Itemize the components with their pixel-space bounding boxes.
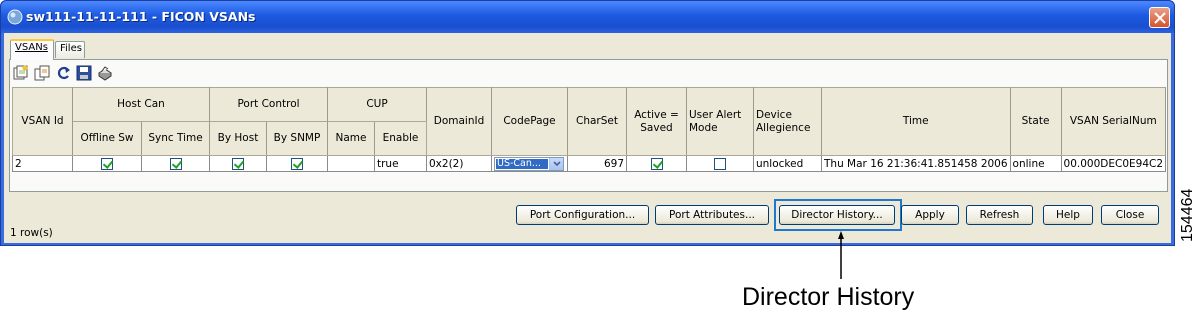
create-row-icon[interactable] xyxy=(13,65,29,81)
refresh-button[interactable]: Refresh xyxy=(966,205,1033,225)
cell-domain-id[interactable]: 0x2(2) xyxy=(426,155,492,172)
cell-cup-name[interactable] xyxy=(327,155,375,172)
copy-row-icon[interactable] xyxy=(34,65,50,81)
header-time[interactable]: Time xyxy=(821,87,1011,156)
refresh-icon[interactable] xyxy=(56,65,72,81)
header-port-control: Port Control xyxy=(209,87,328,122)
chevron-down-icon xyxy=(553,160,561,166)
close-icon xyxy=(1154,12,1166,24)
user-alert-mode-checkbox[interactable] xyxy=(714,157,726,170)
tab-files[interactable]: Files xyxy=(55,41,85,58)
dropdown-button[interactable] xyxy=(549,157,563,170)
table-row[interactable]: 2 true 0x2(2) US-Can... 697 unlocked Thu… xyxy=(12,155,1167,172)
sync-time-checkbox[interactable] xyxy=(169,157,182,170)
figure-id: 154464 xyxy=(1177,182,1201,242)
active-saved-checkbox[interactable] xyxy=(650,157,663,170)
header-cup: CUP xyxy=(327,87,427,122)
app-icon xyxy=(7,9,23,25)
status-row-count: 1 row(s) xyxy=(10,227,53,239)
save-icon[interactable] xyxy=(76,65,92,81)
cell-by-host[interactable] xyxy=(209,155,267,172)
cell-cup-enable[interactable]: true xyxy=(374,155,427,172)
header-cup-enable[interactable]: Enable xyxy=(374,121,427,156)
header-user-alert-mode[interactable]: User Alert Mode xyxy=(686,87,754,156)
cell-state[interactable]: online xyxy=(1009,155,1062,172)
header-offline-sw[interactable]: Offline Sw xyxy=(72,121,142,156)
header-vsan-id[interactable]: VSAN Id xyxy=(12,87,73,156)
help-button[interactable]: Help xyxy=(1043,205,1093,225)
director-history-button[interactable]: Director History... xyxy=(779,205,895,225)
vsan-table: VSAN Id Host Can Port Control CUP Domain… xyxy=(12,87,1167,172)
cell-device-allegience[interactable]: unlocked xyxy=(753,155,822,172)
codepage-dropdown[interactable]: US-Can... xyxy=(494,156,564,171)
cell-active-saved[interactable] xyxy=(626,155,687,172)
header-sync-time[interactable]: Sync Time xyxy=(141,121,210,156)
figure-id-text: 154464 xyxy=(1179,188,1196,242)
tab-vsans[interactable]: VSANs xyxy=(10,39,54,60)
header-codepage[interactable]: CodePage xyxy=(491,87,568,156)
cell-codepage[interactable]: US-Can... xyxy=(491,155,568,172)
cell-vsan-serial[interactable]: 00.000DEC0E94C2 xyxy=(1060,155,1167,172)
print-icon[interactable] xyxy=(97,65,113,81)
header-vsan-serial[interactable]: VSAN SerialNum xyxy=(1060,87,1167,156)
tab-vsans-label: VSANs xyxy=(15,42,48,53)
header-by-host[interactable]: By Host xyxy=(209,121,267,156)
by-snmp-checkbox[interactable] xyxy=(291,157,303,170)
cell-sync-time[interactable] xyxy=(141,155,210,172)
cell-offline-sw[interactable] xyxy=(72,155,142,172)
tab-files-label: Files xyxy=(60,43,82,54)
offline-sw-checkbox[interactable] xyxy=(101,157,113,170)
header-charset[interactable]: CharSet xyxy=(567,87,627,156)
window-title: sw111-11-11-111 - FICON VSANs xyxy=(26,9,256,24)
title-bar[interactable]: sw111-11-11-111 - FICON VSANs xyxy=(1,1,1174,33)
close-button[interactable]: Close xyxy=(1101,205,1159,225)
apply-button[interactable]: Apply xyxy=(901,205,959,225)
vsans-panel: VSAN Id Host Can Port Control CUP Domain… xyxy=(9,59,1168,192)
ficon-vsans-window: sw111-11-11-111 - FICON VSANs VSANs File… xyxy=(0,0,1175,246)
cell-user-alert-mode[interactable] xyxy=(686,155,754,172)
header-cup-name[interactable]: Name xyxy=(327,121,375,156)
port-configuration-button[interactable]: Port Configuration... xyxy=(516,205,649,225)
codepage-value: US-Can... xyxy=(496,158,548,169)
header-host-can: Host Can xyxy=(72,87,210,122)
port-attributes-button[interactable]: Port Attributes... xyxy=(655,205,769,225)
header-device-allegience[interactable]: Device Allegience xyxy=(753,87,822,156)
header-active-saved[interactable]: Active = Saved xyxy=(626,87,687,156)
window-client-area: VSANs Files VSAN Id Host Can Port Contro… xyxy=(4,33,1171,243)
header-domain-id[interactable]: DomainId xyxy=(426,87,492,156)
cell-by-snmp[interactable] xyxy=(266,155,328,172)
header-state[interactable]: State xyxy=(1009,87,1062,156)
callout-label: Director History xyxy=(742,283,915,311)
callout-arrow xyxy=(838,231,844,279)
window-close-button[interactable] xyxy=(1149,7,1170,28)
cell-time[interactable]: Thu Mar 16 21:36:41.851458 2006 xyxy=(821,155,1011,172)
cell-charset[interactable]: 697 xyxy=(567,155,627,172)
header-by-snmp[interactable]: By SNMP xyxy=(266,121,328,156)
by-host-checkbox[interactable] xyxy=(232,157,244,170)
cup-name-field[interactable] xyxy=(330,157,372,170)
cell-vsan-id[interactable]: 2 xyxy=(12,155,73,172)
